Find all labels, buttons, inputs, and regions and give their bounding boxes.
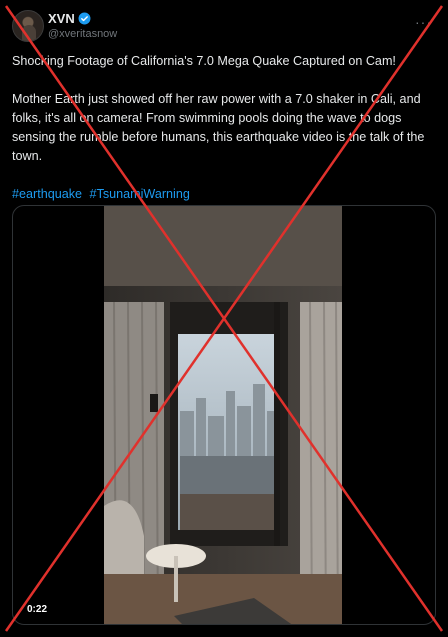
hashtag-link[interactable]: #TsunamiWarning: [90, 187, 190, 201]
verified-badge-icon: [78, 12, 91, 24]
hashtag-link[interactable]: #earthquake: [12, 187, 82, 201]
video-player[interactable]: 0:22: [12, 205, 436, 625]
handle[interactable]: @xveritasnow: [48, 28, 117, 40]
hashtag-list: #earthquake #TsunamiWarning: [12, 185, 436, 204]
video-frame[interactable]: [104, 206, 342, 624]
post-body: Mother Earth just showed off her raw pow…: [12, 92, 425, 163]
more-options-icon[interactable]: ···: [415, 14, 432, 30]
post-header: XVN @xveritasnow ···: [12, 10, 436, 44]
video-scene: [104, 206, 342, 624]
name-row: XVN: [48, 10, 91, 26]
display-name[interactable]: XVN: [48, 11, 75, 26]
post-headline: Shocking Footage of California's 7.0 Meg…: [12, 54, 396, 68]
avatar[interactable]: [12, 10, 44, 42]
video-timestamp: 0:22: [23, 603, 52, 616]
post-text: Shocking Footage of California's 7.0 Meg…: [12, 52, 436, 204]
